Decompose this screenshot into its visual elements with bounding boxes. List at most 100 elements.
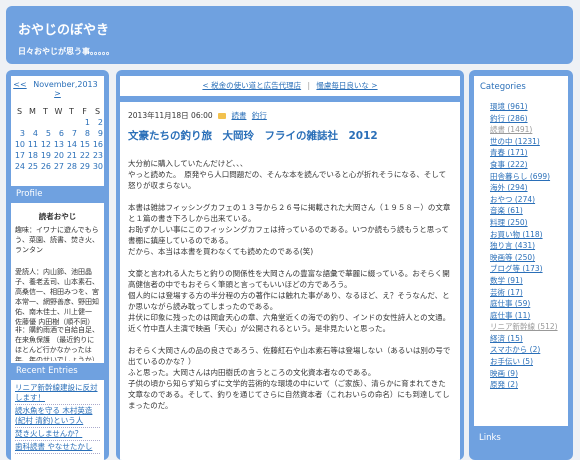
category-item: 田舎暮らし (699) bbox=[490, 171, 558, 183]
profile-hobby: 趣味：イワナに遊んでもらう、菜園、読書、焚き火、ランタン bbox=[15, 226, 99, 254]
calendar-weekday: M bbox=[29, 107, 36, 116]
category-link[interactable]: 海外 (294) bbox=[490, 183, 528, 192]
calendar-day[interactable]: 25 bbox=[26, 161, 39, 172]
main-content: < 税金の使い道と広告代理店 | 慢慮毎日良いな > 2013年11月18日 0… bbox=[116, 70, 464, 460]
category-link[interactable]: 食事 (222) bbox=[490, 160, 528, 169]
calendar-month: November,2013 bbox=[33, 80, 98, 89]
calendar-next-link[interactable]: > bbox=[54, 89, 61, 98]
category-item: お買い物 (118) bbox=[490, 229, 558, 241]
recent-entry-link[interactable]: 歯科読書 やなせたかし bbox=[15, 442, 92, 451]
category-link[interactable]: 芸術 (17) bbox=[490, 288, 523, 297]
calendar-day[interactable]: 2 bbox=[91, 117, 104, 128]
prev-entry-link[interactable]: < 税金の使い道と広告代理店 bbox=[202, 81, 301, 90]
nav-separator: | bbox=[307, 81, 311, 90]
category-link[interactable]: 音楽 (61) bbox=[490, 206, 523, 215]
calendar-weekday: S bbox=[94, 107, 101, 116]
category-item: 映画 (9) bbox=[490, 368, 558, 380]
post-body: 大分前に購入していたんだけど、、、 やっと読めた。 原発やら人口問題だの、そんな… bbox=[128, 158, 453, 422]
calendar-day[interactable]: 27 bbox=[52, 161, 65, 172]
calendar-day[interactable]: 8 bbox=[78, 128, 91, 139]
calendar-day[interactable]: 4 bbox=[26, 128, 39, 139]
category-link[interactable]: 庭仕事 (59) bbox=[490, 299, 530, 308]
post-title[interactable]: 文豪たちの釣り旅 大岡玲 フライの雑誌社 2012 bbox=[128, 128, 378, 143]
categories: Categories 環境 (961) 釣行 (286) 読書 (1491) 世の中 … bbox=[474, 76, 568, 426]
category-link[interactable]: 田舎暮らし (699) bbox=[490, 172, 550, 181]
calendar-day[interactable]: 6 bbox=[52, 128, 65, 139]
category-link[interactable]: 庭仕事 (11) bbox=[490, 311, 530, 320]
recent-entry-link[interactable]: 読水魚を守る 木村英造(紀村 清釣)という人 bbox=[15, 406, 92, 425]
category-link[interactable]: 経済 (15) bbox=[490, 334, 523, 343]
calendar-day[interactable]: 1 bbox=[78, 117, 91, 128]
calendar-day[interactable]: 14 bbox=[65, 139, 78, 150]
category-item: 音楽 (61) bbox=[490, 205, 558, 217]
calendar-prev-link[interactable]: << bbox=[13, 80, 26, 89]
category-item: 経済 (15) bbox=[490, 333, 558, 345]
calendar-day[interactable]: 30 bbox=[91, 161, 104, 172]
category-item: 環境 (961) bbox=[490, 101, 558, 113]
calendar-day[interactable]: 24 bbox=[13, 161, 26, 172]
site-title[interactable]: おやじのぼやき bbox=[18, 19, 109, 38]
calendar-weekday: S bbox=[16, 107, 23, 116]
entry-navigation: < 税金の使い道と広告代理店 | 慢慮毎日良いな > bbox=[120, 76, 460, 96]
calendar-day[interactable]: 22 bbox=[78, 150, 91, 161]
post-tag-reading[interactable]: 読書 bbox=[231, 111, 246, 120]
calendar-day[interactable]: 15 bbox=[78, 139, 91, 150]
recent-entry-link[interactable]: リニア新幹線建設に反対します！ bbox=[15, 383, 98, 402]
calendar-day[interactable]: 20 bbox=[52, 150, 65, 161]
calendar-day[interactable]: 7 bbox=[65, 128, 78, 139]
calendar-day[interactable]: 16 bbox=[91, 139, 104, 150]
links-heading: Links bbox=[479, 433, 501, 443]
calendar-day bbox=[13, 117, 26, 128]
category-link[interactable]: 読書 (1491) bbox=[490, 125, 532, 134]
calendar-day[interactable]: 29 bbox=[78, 161, 91, 172]
calendar-day[interactable]: 18 bbox=[26, 150, 39, 161]
category-link[interactable]: 環境 (961) bbox=[490, 102, 528, 111]
category-link[interactable]: リニア新幹線 (512) bbox=[490, 322, 558, 331]
calendar-day[interactable]: 3 bbox=[13, 128, 26, 139]
category-item: 世の中 (1231) bbox=[490, 136, 558, 148]
categories-heading: Categories bbox=[480, 82, 526, 92]
calendar-day[interactable]: 12 bbox=[39, 139, 52, 150]
category-link[interactable]: 青春 (171) bbox=[490, 148, 528, 157]
category-item: リニア新幹線 (512) bbox=[490, 321, 558, 333]
category-link[interactable]: 映画等 (250) bbox=[490, 253, 535, 262]
profile: 読者おやじ 趣味：イワナに遊んでもらう、菜園、読書、焚き火、ランタン 愛読人：内… bbox=[11, 203, 104, 363]
profile-heading: Profile bbox=[16, 189, 43, 199]
category-link[interactable]: 釣行 (286) bbox=[490, 114, 528, 123]
calendar-day[interactable]: 10 bbox=[13, 139, 26, 150]
category-link[interactable]: ブログ等 (173) bbox=[490, 264, 543, 273]
next-entry-link[interactable]: 慢慮毎日良いな > bbox=[316, 81, 377, 90]
category-link[interactable]: お手伝い (5) bbox=[490, 357, 533, 366]
calendar-day[interactable]: 23 bbox=[91, 150, 104, 161]
category-link[interactable]: 数学 (91) bbox=[490, 276, 523, 285]
calendar-day bbox=[52, 117, 65, 128]
calendar-week: 24 25 26 27 28 29 30 bbox=[13, 161, 104, 172]
profile-name: 読者おやじ bbox=[38, 212, 77, 221]
calendar-day[interactable]: 26 bbox=[39, 161, 52, 172]
calendar-day[interactable]: 28 bbox=[65, 161, 78, 172]
calendar-day[interactable]: 21 bbox=[65, 150, 78, 161]
post-tag-fishing[interactable]: 釣行 bbox=[252, 111, 267, 120]
category-link[interactable]: 世の中 (1231) bbox=[490, 137, 540, 146]
calendar-day[interactable]: 17 bbox=[13, 150, 26, 161]
category-link[interactable]: 映画 (9) bbox=[490, 369, 518, 378]
calendar-week: 10 11 12 13 14 15 16 bbox=[13, 139, 104, 150]
category-link[interactable]: スマホから (2) bbox=[490, 345, 540, 354]
recent-entry-link[interactable]: 焚き火しませんか？ bbox=[15, 429, 82, 438]
calendar-day[interactable]: 19 bbox=[39, 150, 52, 161]
category-link[interactable]: お買い物 (118) bbox=[490, 230, 543, 239]
post-paragraph: 文豪と言われる人たちと釣りの関係性を大岡さんの豊富な語彙で華麗に綴っている。おそ… bbox=[128, 269, 451, 333]
calendar-day[interactable]: 13 bbox=[52, 139, 65, 150]
calendar-week: 12 bbox=[13, 117, 104, 128]
category-link[interactable]: おやつ (274) bbox=[490, 195, 535, 204]
category-link[interactable]: 原発 (2) bbox=[490, 380, 518, 389]
calendar-day bbox=[39, 117, 52, 128]
category-link[interactable]: 料理 (250) bbox=[490, 218, 528, 227]
calendar-day[interactable]: 11 bbox=[26, 139, 39, 150]
post-meta: 2013年11月18日 06:00 読書 釣行 bbox=[128, 110, 267, 121]
post-date: 2013年11月18日 06:00 bbox=[128, 111, 213, 120]
calendar-day[interactable]: 5 bbox=[39, 128, 52, 139]
calendar-grid: S M T W T F S 1 2 3 4 5 6 7 8 9 10 11 12 13 14 15 16 17 18 19 20 21… bbox=[13, 106, 104, 172]
category-link[interactable]: 独り言 (431) bbox=[490, 241, 535, 250]
calendar-day[interactable]: 9 bbox=[91, 128, 104, 139]
